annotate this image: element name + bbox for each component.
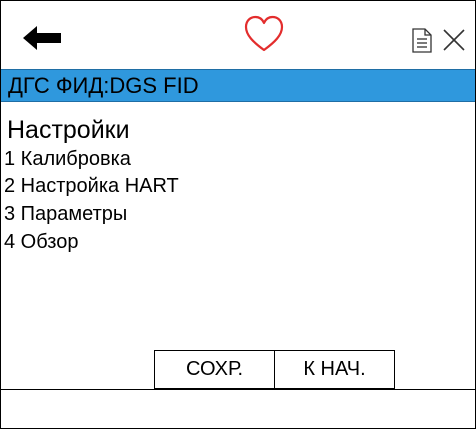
- heart-icon[interactable]: [244, 15, 284, 53]
- menu-item-calibration[interactable]: 1 Калибровка: [4, 148, 131, 171]
- top-toolbar: [1, 1, 475, 69]
- document-icon[interactable]: [412, 28, 432, 53]
- arrow-left-icon[interactable]: [23, 25, 63, 51]
- menu-item-hart-setup[interactable]: 2 Настройка HART: [4, 175, 179, 198]
- save-button[interactable]: СОХР.: [154, 350, 275, 389]
- menu-panel: Настройки 1 Калибровка 2 Настройка HART …: [1, 102, 475, 362]
- device-title: ДГС ФИД:DGS FID: [8, 73, 199, 98]
- menu-item-overview[interactable]: 4 Обзор: [4, 231, 78, 254]
- status-bar: [1, 389, 475, 428]
- device-screen: ДГС ФИД:DGS FID Настройки 1 Калибровка 2…: [0, 0, 476, 429]
- home-button[interactable]: К НАЧ.: [274, 350, 395, 389]
- close-icon[interactable]: [442, 28, 466, 52]
- device-title-bar: ДГС ФИД:DGS FID: [1, 69, 475, 102]
- menu-heading: Настройки: [7, 116, 130, 144]
- menu-item-parameters[interactable]: 3 Параметры: [4, 203, 127, 226]
